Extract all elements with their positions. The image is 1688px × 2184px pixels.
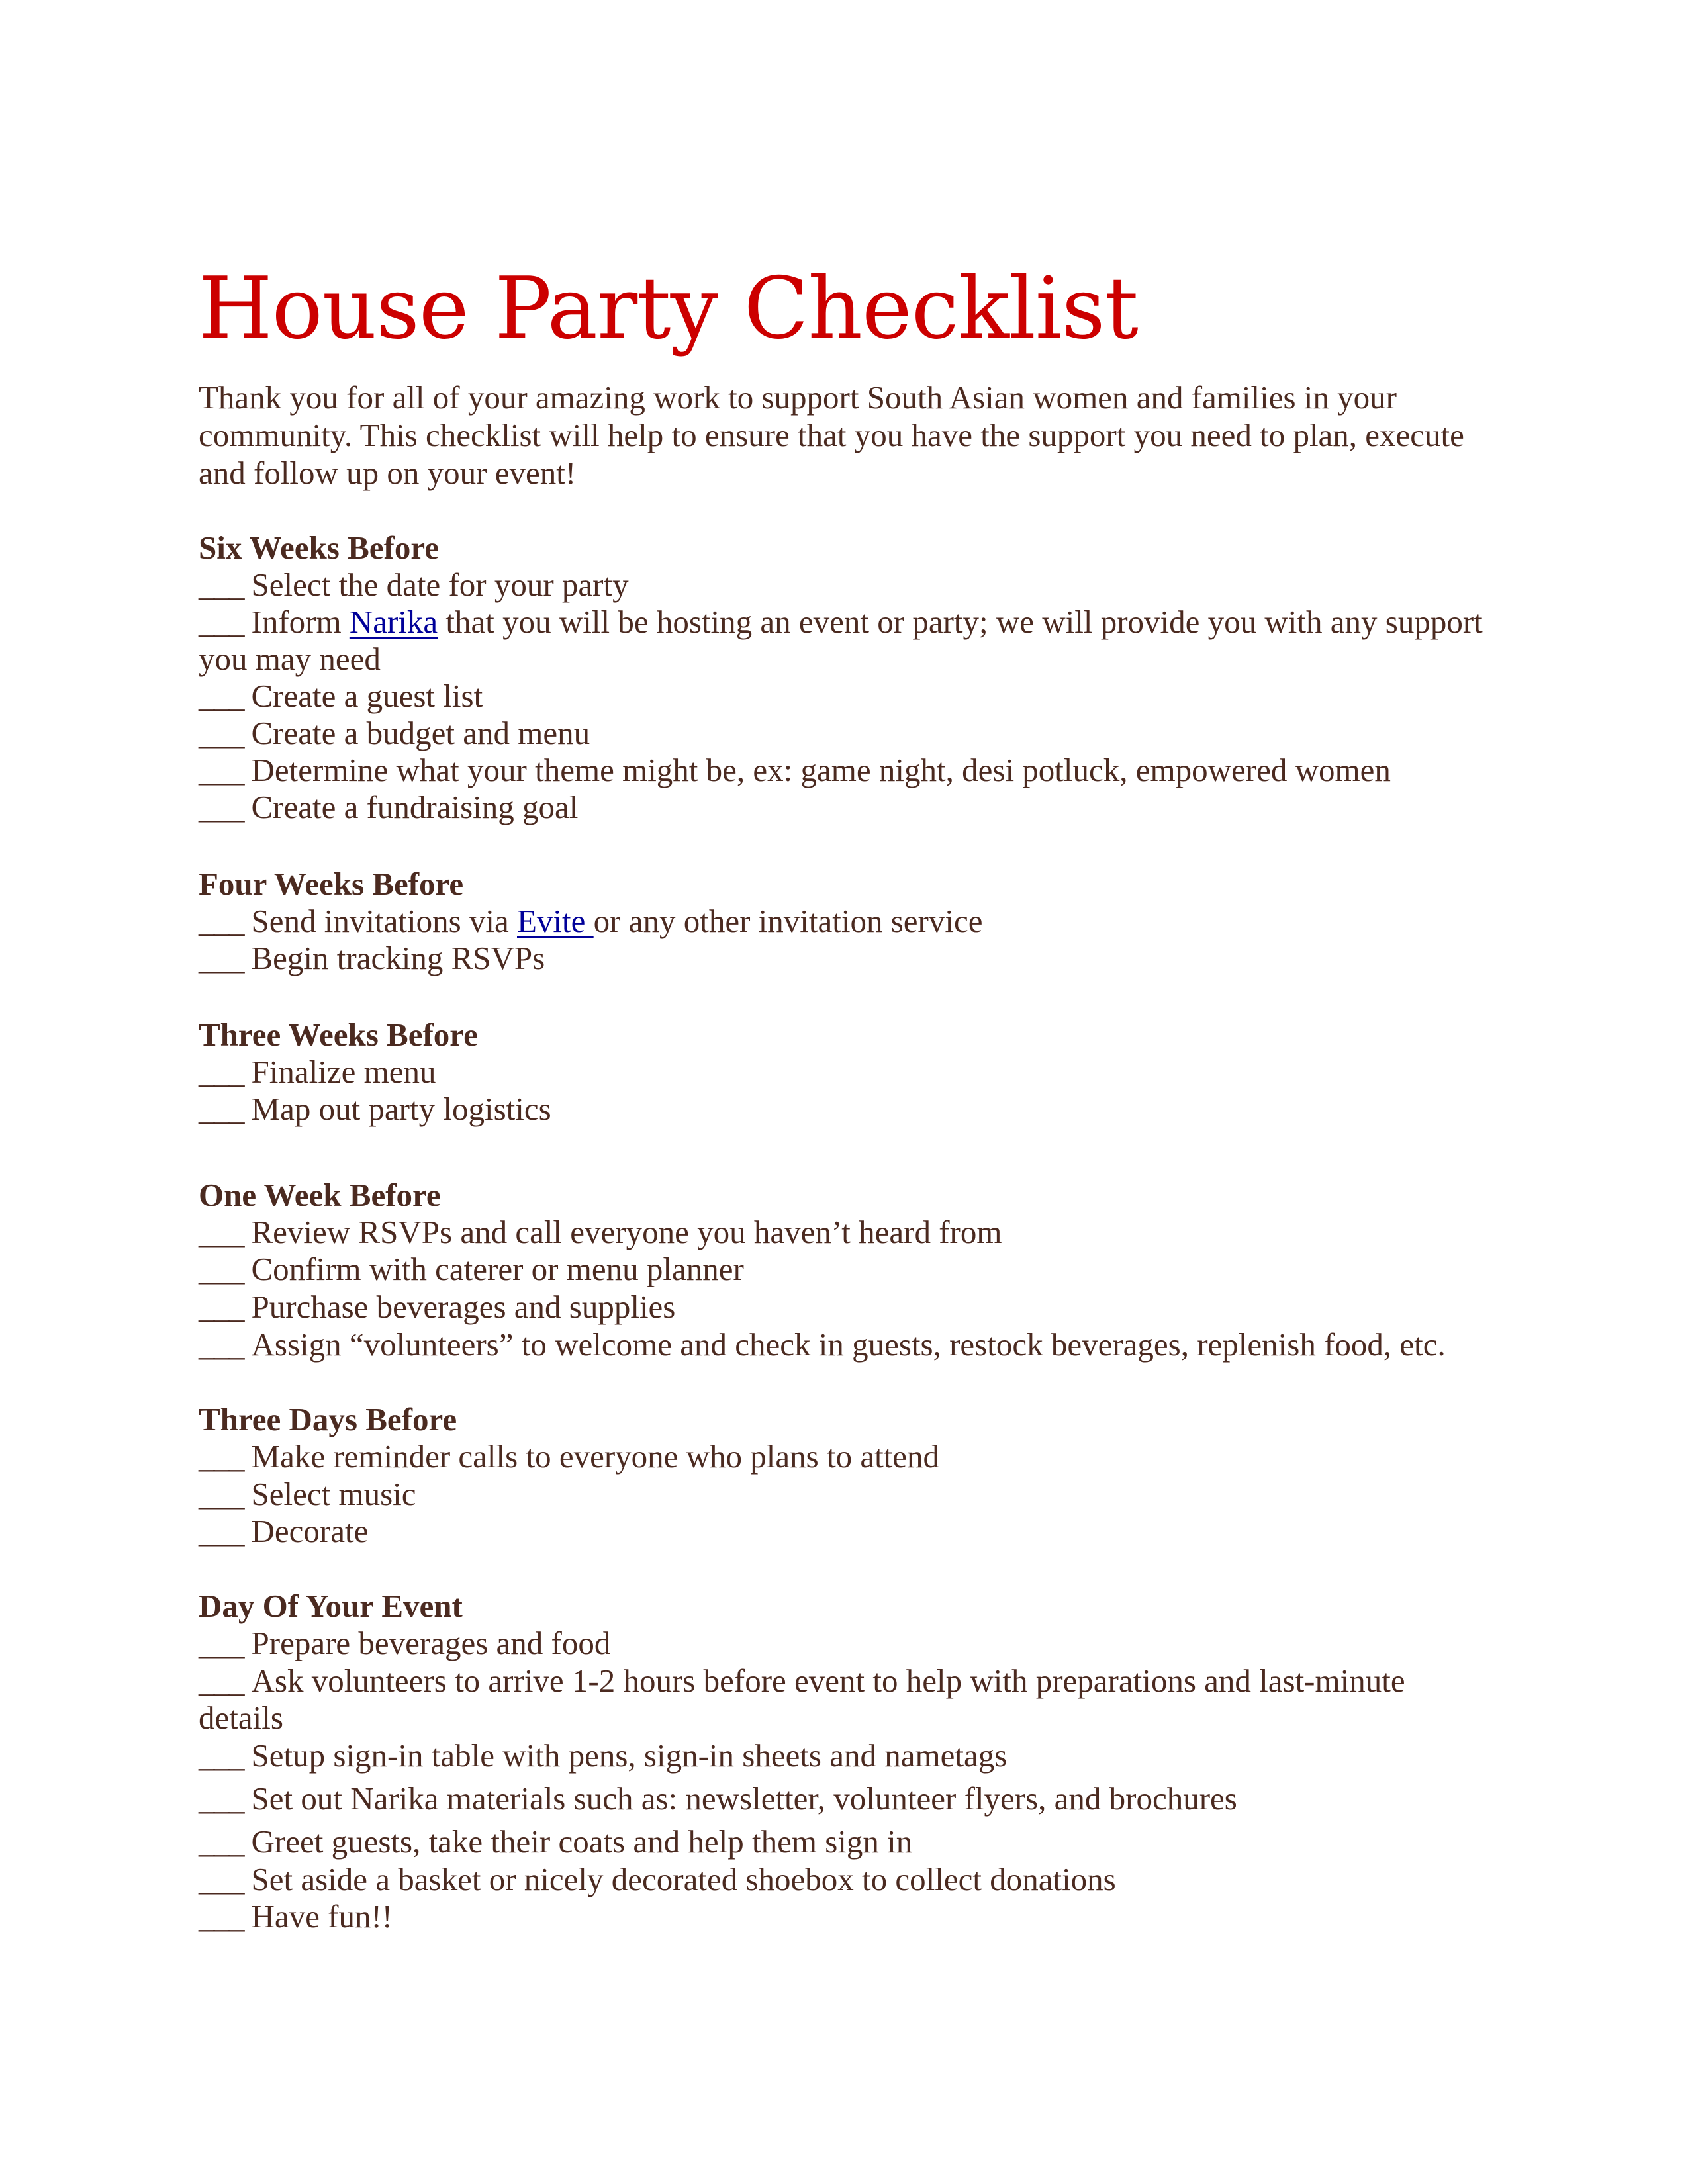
checklist-item: ___ Set aside a basket or nicely decorate… xyxy=(199,1861,1116,1898)
item-text: Review RSVPs and call everyone you haven… xyxy=(251,1214,1002,1250)
checklist-item: ___ Confirm with caterer or menu planner xyxy=(199,1251,744,1288)
checkbox-blank[interactable]: ___ xyxy=(199,1780,244,1817)
checklist-item: ___ Set out Narika materials such as: new… xyxy=(199,1780,1237,1817)
checklist-item: ___ Setup sign-in table with pens, sign-i… xyxy=(199,1737,1007,1774)
item-text: Create a guest list xyxy=(251,678,483,714)
intro-line: Thank you for all of your amazing work t… xyxy=(199,379,1397,416)
checkbox-blank[interactable]: ___ xyxy=(199,567,244,603)
checklist-item: ___ Select music xyxy=(199,1476,416,1513)
checklist-item: ___ Finalize menu xyxy=(199,1054,436,1091)
item-text: Have fun!! xyxy=(251,1898,393,1934)
checkbox-blank[interactable]: ___ xyxy=(199,1476,244,1512)
item-text: Create a budget and menu xyxy=(251,715,590,751)
section-heading: Six Weeks Before xyxy=(199,529,439,566)
intro-line: and follow up on your event! xyxy=(199,455,577,491)
checklist-item: ___ Assign “volunteers” to welcome and ch… xyxy=(199,1326,1446,1363)
checkbox-blank[interactable]: ___ xyxy=(199,715,244,751)
checklist-item: ___ Begin tracking RSVPs xyxy=(199,940,545,977)
checkbox-blank[interactable]: ___ xyxy=(199,678,244,714)
item-text: Setup sign-in table with pens, sign-in s… xyxy=(251,1737,1008,1774)
item-text: Prepare beverages and food xyxy=(251,1625,611,1661)
checklist-item: ___ Send invitations via Evite or any oth… xyxy=(199,903,982,940)
checkbox-blank[interactable]: ___ xyxy=(199,789,244,825)
checklist-item-continuation: you may need xyxy=(199,641,381,677)
checkbox-blank[interactable]: ___ xyxy=(199,1737,244,1774)
item-text: Map out party logistics xyxy=(251,1091,551,1127)
checklist-item: ___ Purchase beverages and supplies xyxy=(199,1289,675,1326)
page-title: House Party Checklist xyxy=(199,259,1139,358)
item-text: that you will be hosting an event or par… xyxy=(438,604,1483,640)
checkbox-blank[interactable]: ___ xyxy=(199,1251,244,1287)
checkbox-blank[interactable]: ___ xyxy=(199,903,244,939)
section-heading: One Week Before xyxy=(199,1177,441,1213)
item-text: Begin tracking RSVPs xyxy=(251,940,545,976)
checklist-item: ___ Inform Narika that you will be hostin… xyxy=(199,604,1483,641)
item-text: Make reminder calls to everyone who plan… xyxy=(251,1438,940,1475)
section-heading: Day Of Your Event xyxy=(199,1588,463,1624)
item-text: Select the date for your party xyxy=(251,567,629,603)
item-text: Send invitations via xyxy=(251,903,517,939)
checklist-item: ___ Greet guests, take their coats and he… xyxy=(199,1823,912,1860)
checklist-item: ___ Create a guest list xyxy=(199,678,483,715)
narika-link[interactable]: Narika xyxy=(350,604,438,640)
checkbox-blank[interactable]: ___ xyxy=(199,1662,244,1699)
item-text: Select music xyxy=(251,1476,416,1512)
checkbox-blank[interactable]: ___ xyxy=(199,1861,244,1897)
checkbox-blank[interactable]: ___ xyxy=(199,1326,244,1363)
checklist-item: ___ Determine what your theme might be, e… xyxy=(199,752,1391,789)
checklist-item: ___ Ask volunteers to arrive 1-2 hours be… xyxy=(199,1662,1405,1700)
section-heading: Three Weeks Before xyxy=(199,1017,478,1053)
checklist-item: ___ Prepare beverages and food xyxy=(199,1625,610,1662)
checklist-item: ___ Review RSVPs and call everyone you ha… xyxy=(199,1214,1002,1251)
evite-link[interactable]: Evite xyxy=(517,903,594,939)
checklist-item: ___ Map out party logistics xyxy=(199,1091,551,1128)
checkbox-blank[interactable]: ___ xyxy=(199,1438,244,1475)
checklist-item: ___ Select the date for your party xyxy=(199,567,629,604)
item-text: Inform xyxy=(251,604,350,640)
checklist-item: ___ Make reminder calls to everyone who p… xyxy=(199,1438,939,1475)
checkbox-blank[interactable]: ___ xyxy=(199,1898,244,1934)
item-text: Confirm with caterer or menu planner xyxy=(251,1251,744,1287)
item-text: Set out Narika materials such as: newsle… xyxy=(251,1780,1237,1817)
checklist-item: ___ Create a budget and menu xyxy=(199,715,590,752)
checklist-item-continuation: details xyxy=(199,1700,283,1736)
item-text: Determine what your theme might be, ex: … xyxy=(251,752,1391,788)
item-text: Purchase beverages and supplies xyxy=(251,1289,676,1325)
checkbox-blank[interactable]: ___ xyxy=(199,1513,244,1549)
item-text: Ask volunteers to arrive 1-2 hours befor… xyxy=(251,1662,1405,1699)
checkbox-blank[interactable]: ___ xyxy=(199,940,244,976)
checkbox-blank[interactable]: ___ xyxy=(199,1823,244,1860)
section-heading: Four Weeks Before xyxy=(199,866,464,902)
item-text: Assign “volunteers” to welcome and check… xyxy=(251,1326,1446,1363)
item-text: Greet guests, take their coats and help … xyxy=(251,1823,913,1860)
checkbox-blank[interactable]: ___ xyxy=(199,1091,244,1127)
checkbox-blank[interactable]: ___ xyxy=(199,1214,244,1250)
checkbox-blank[interactable]: ___ xyxy=(199,604,244,640)
checkbox-blank[interactable]: ___ xyxy=(199,1289,244,1325)
checklist-item: ___ Have fun!! xyxy=(199,1898,393,1935)
checklist-item: ___ Decorate xyxy=(199,1513,368,1550)
document-page: House Party Checklist Thank you for all … xyxy=(0,0,1688,2184)
checkbox-blank[interactable]: ___ xyxy=(199,752,244,788)
item-text: Set aside a basket or nicely decorated s… xyxy=(251,1861,1116,1897)
checkbox-blank[interactable]: ___ xyxy=(199,1625,244,1661)
item-text: Decorate xyxy=(251,1513,369,1549)
checklist-item: ___ Create a fundraising goal xyxy=(199,789,578,826)
intro-line: community. This checklist will help to e… xyxy=(199,417,1464,453)
section-heading: Three Days Before xyxy=(199,1401,457,1437)
item-text: Create a fundraising goal xyxy=(251,789,579,825)
item-text: or any other invitation service xyxy=(593,903,983,939)
item-text: Finalize menu xyxy=(251,1054,436,1090)
checkbox-blank[interactable]: ___ xyxy=(199,1054,244,1090)
